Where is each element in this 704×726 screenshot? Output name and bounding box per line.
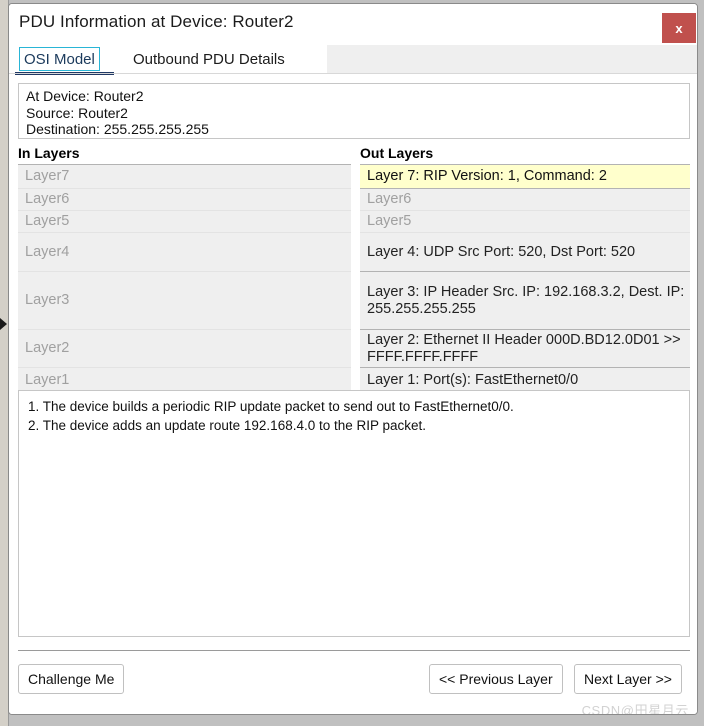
out-layer-row-4[interactable]: Layer 4: UDP Src Port: 520, Dst Port: 52… xyxy=(360,233,690,272)
in-layers-header: In Layers xyxy=(18,145,80,161)
out-layer-label-1: Layer 1: Port(s): FastEthernet0/0 xyxy=(367,371,579,388)
out-layer-row-7[interactable]: Layer 7: RIP Version: 1, Command: 2 xyxy=(360,164,690,189)
in-layer-label-1: Layer1 xyxy=(25,371,70,388)
in-layer-label-5: Layer5 xyxy=(25,213,70,229)
tab-strip: OSI Model Outbound PDU Details xyxy=(9,45,697,75)
in-layer-label-2: Layer2 xyxy=(25,340,70,356)
info-at-device: At Device: Router2 xyxy=(26,88,144,104)
dialog-title: PDU Information at Device: Router2 xyxy=(19,12,294,31)
out-layer-label-4: Layer 4: UDP Src Port: 520, Dst Port: 52… xyxy=(367,243,636,260)
in-layer-row-4[interactable]: Layer4 xyxy=(18,233,351,272)
out-layer-row-2[interactable]: Layer 2: Ethernet II Header 000D.BD12.0D… xyxy=(360,330,690,368)
out-layers-header: Out Layers xyxy=(360,145,434,161)
in-layer-row-6[interactable]: Layer6 xyxy=(18,189,351,211)
tab-strip-divider xyxy=(9,73,697,74)
out-layer-row-3[interactable]: Layer 3: IP Header Src. IP: 192.168.3.2,… xyxy=(360,272,690,330)
in-layer-row-2[interactable]: Layer2 xyxy=(18,330,351,368)
info-source: Source: Router2 xyxy=(26,104,128,121)
device-info-box: At Device: Router2 Source: Router2 Desti… xyxy=(18,83,690,139)
tab-outbound-pdu-details[interactable]: Outbound PDU Details xyxy=(127,45,291,73)
out-layer-row-6[interactable]: Layer6 xyxy=(360,189,690,211)
out-layer-label-2: Layer 2: Ethernet II Header 000D.BD12.0D… xyxy=(367,331,681,365)
tab-strip-filler xyxy=(327,45,697,73)
in-layer-label-3: Layer3 xyxy=(25,292,70,308)
in-layer-row-3[interactable]: Layer3 xyxy=(18,272,351,330)
tab-osi-model[interactable]: OSI Model xyxy=(19,47,100,71)
out-layer-label-5: Layer5 xyxy=(367,213,412,229)
in-layer-label-7: Layer7 xyxy=(25,168,70,184)
description-line-1: 1. The device builds a periodic RIP upda… xyxy=(28,399,514,414)
previous-layer-button[interactable]: << Previous Layer xyxy=(429,664,563,694)
dialog-titlebar: PDU Information at Device: Router2 x xyxy=(9,4,697,45)
out-layer-row-5[interactable]: Layer5 xyxy=(360,211,690,233)
in-layer-row-5[interactable]: Layer5 xyxy=(18,211,351,233)
pdu-information-dialog: PDU Information at Device: Router2 x OSI… xyxy=(8,3,698,715)
info-destination: Destination: 255.255.255.255 xyxy=(26,121,209,137)
watermark: CSDN@田星月云 xyxy=(581,703,689,715)
description-box: 1. The device builds a periodic RIP upda… xyxy=(18,390,690,637)
close-button[interactable]: x xyxy=(662,13,696,43)
bottom-divider xyxy=(18,650,690,651)
dialog-content: At Device: Router2 Source: Router2 Desti… xyxy=(9,75,697,715)
next-layer-button[interactable]: Next Layer >> xyxy=(574,664,682,694)
out-layers-panel: Layer 7: RIP Version: 1, Command: 2 Laye… xyxy=(360,164,690,393)
out-layer-label-3: Layer 3: IP Header Src. IP: 192.168.3.2,… xyxy=(367,283,685,317)
description-line-2: 2. The device adds an update route 192.1… xyxy=(28,418,427,433)
background-scroll-arrow-icon xyxy=(0,318,7,330)
in-layer-label-4: Layer4 xyxy=(25,243,70,260)
in-layer-row-7[interactable]: Layer7 xyxy=(18,164,351,189)
challenge-me-button[interactable]: Challenge Me xyxy=(18,664,125,694)
out-layer-label-7: Layer 7: RIP Version: 1, Command: 2 xyxy=(367,168,607,184)
in-layer-label-6: Layer6 xyxy=(25,191,70,207)
out-layer-label-6: Layer6 xyxy=(367,191,412,207)
in-layers-panel: Layer7 Layer6 Layer5 Layer4 Layer3 Layer… xyxy=(18,164,351,393)
